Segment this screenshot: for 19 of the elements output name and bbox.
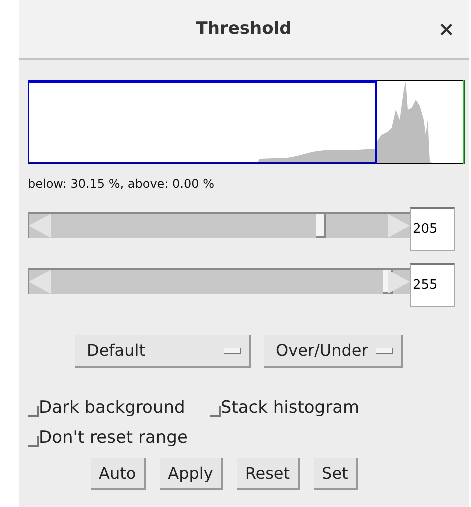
checkbox-label[interactable]: Dark background	[39, 398, 186, 418]
checkbox-label[interactable]: Stack histogram	[220, 398, 360, 418]
checkbox-label[interactable]: Don't reset range	[39, 428, 188, 448]
dropdown-indicator-icon	[376, 348, 394, 354]
dropdown[interactable]: Over/Under	[264, 335, 404, 368]
slider[interactable]	[28, 212, 410, 238]
close-button[interactable]: ×	[434, 17, 459, 41]
action-button[interactable]: Auto	[91, 458, 146, 490]
action-button[interactable]: Apply	[160, 458, 224, 490]
value-field[interactable]: 205	[410, 207, 455, 251]
slider[interactable]	[28, 268, 410, 294]
readout-text: below: 30.15 %, above: 0.00 %	[28, 177, 216, 191]
value-field[interactable]: 255	[410, 263, 455, 307]
dropdown-indicator-icon	[224, 348, 241, 354]
dropdown[interactable]: Default	[75, 335, 251, 368]
window-title: Threshold	[196, 19, 292, 39]
slider-thumb[interactable]	[316, 214, 326, 238]
action-button[interactable]: Reset	[237, 458, 300, 490]
action-button[interactable]: Set	[314, 458, 358, 490]
